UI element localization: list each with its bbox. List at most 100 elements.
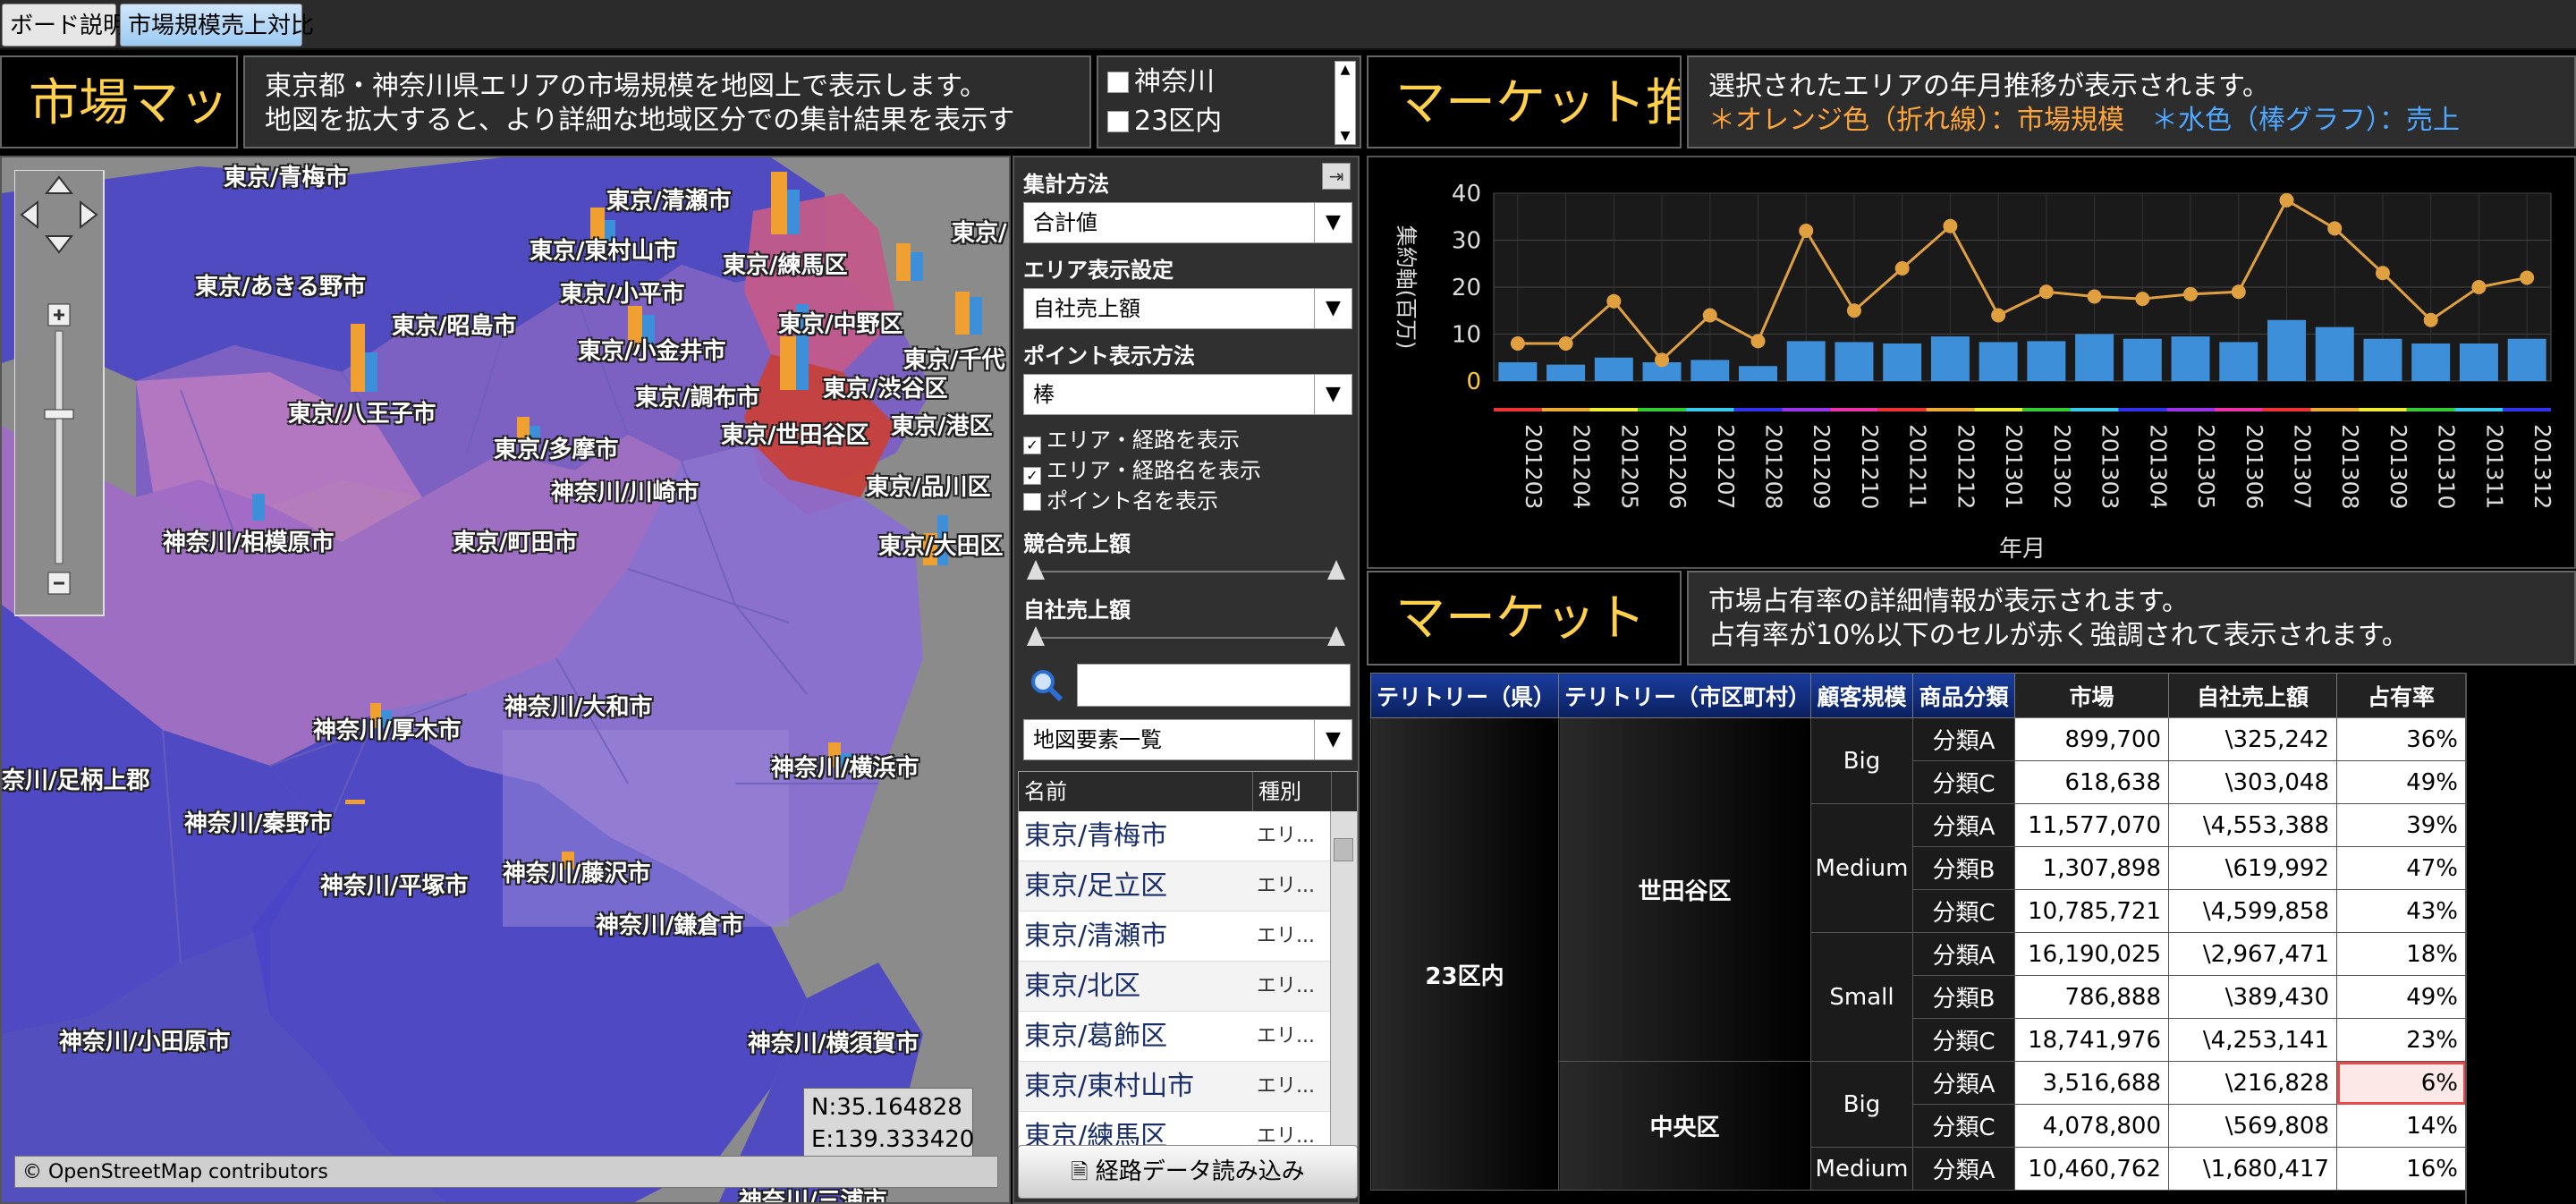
map-area-label[interactable]: 東京/昭島市 — [392, 308, 517, 341]
map-area-label[interactable]: 東京/品川区 — [866, 469, 991, 502]
table-header[interactable]: 商品分類 — [1912, 673, 2015, 718]
list-item[interactable]: 東京/北区 エリ... — [1019, 962, 1332, 1012]
chart-point[interactable] — [2135, 292, 2150, 307]
chart-bar[interactable] — [1498, 362, 1538, 381]
chart-point[interactable] — [1894, 261, 1910, 276]
scroll-up-icon[interactable]: ▲ — [1335, 62, 1355, 78]
panel-export-icon[interactable]: ⇥ — [1322, 163, 1351, 190]
chart-point[interactable] — [2231, 284, 2246, 300]
chart-bar[interactable] — [1690, 360, 1730, 381]
table-header[interactable]: 占有率 — [2336, 673, 2466, 718]
aggregation-select[interactable]: 合計値 ▼ — [1023, 202, 1352, 243]
check-show-area-route-name[interactable]: ✓ エリア・経路名を表示 — [1023, 453, 1261, 485]
chart-bar[interactable] — [2219, 342, 2258, 381]
checkbox[interactable] — [1023, 493, 1041, 511]
list-header-kind[interactable]: 種別 — [1253, 772, 1332, 811]
map-area-label[interactable]: 東京/練馬区 — [723, 247, 848, 280]
slider-max-thumb[interactable] — [1327, 560, 1345, 580]
chart-point[interactable] — [2087, 289, 2102, 304]
map-elements-list[interactable]: 名前 種別 東京/青梅市 エリ... 東京/足立区 エリ... 東京/清瀬市 エリ... 東… — [1018, 771, 1358, 1147]
table-header[interactable]: 自社売上額 — [2168, 673, 2337, 718]
chevron-down-icon[interactable]: ▼ — [1314, 375, 1352, 414]
chart-bar[interactable] — [2315, 326, 2354, 381]
map-area-label[interactable]: 神奈川/川崎市 — [551, 474, 699, 507]
checkbox[interactable] — [1107, 111, 1129, 132]
check-show-point-name[interactable]: ポイント名を表示 — [1023, 483, 1218, 514]
chart-bar[interactable] — [1594, 357, 1633, 381]
chart-point[interactable] — [2279, 192, 2294, 208]
map-view[interactable]: 東京/青梅市 東京/清瀬市 東京/東村山市 東京/練馬区 東京/あきる野市 東京/小平市東… — [0, 156, 1011, 1204]
competitor-sales-slider[interactable] — [1027, 560, 1345, 592]
map-area-label[interactable]: 東京/ — [952, 215, 1007, 248]
list-header-name[interactable]: 名前 — [1019, 772, 1253, 811]
map-area-label[interactable]: 東京/多摩市 — [494, 431, 619, 464]
map-area-label[interactable]: 神奈川/大和市 — [504, 689, 653, 722]
map-area-label[interactable]: 東京/港区 — [891, 408, 993, 441]
chart-bar[interactable] — [2459, 343, 2498, 381]
chevron-down-icon[interactable]: ▼ — [1314, 203, 1352, 242]
slider-max-thumb[interactable] — [1327, 626, 1345, 646]
map-area-label[interactable]: 神奈川/横浜市 — [771, 750, 919, 783]
chart-point[interactable] — [2375, 266, 2390, 281]
map-area-label[interactable]: 神奈川/厚木市 — [313, 712, 462, 745]
chart-point[interactable] — [1799, 224, 1814, 238]
map-area-label[interactable]: 東京/小平市 — [560, 276, 685, 309]
chart-bar[interactable] — [2123, 338, 2162, 381]
chart-point[interactable] — [2520, 270, 2535, 285]
checkbox-checked[interactable]: ✓ — [1023, 467, 1041, 485]
list-item[interactable]: 東京/東村山市 エリ... — [1019, 1062, 1332, 1112]
map-area-label[interactable]: 東京/小金井市 — [578, 333, 726, 366]
chart-point[interactable] — [2183, 286, 2199, 301]
list-item[interactable]: 東京/練馬区 エリ... — [1019, 1112, 1332, 1146]
chart-bar[interactable] — [2027, 341, 2066, 381]
chart-point[interactable] — [2327, 221, 2343, 236]
table-header[interactable]: テリトリー（県） — [1370, 673, 1559, 718]
table-header[interactable]: 顧客規模 — [1810, 673, 1913, 718]
chart-bar[interactable] — [1739, 366, 1777, 381]
tab-board-description[interactable]: ボード説明 — [2, 4, 126, 47]
map-area-label[interactable]: 東京/清瀬市 — [606, 182, 732, 216]
tab-market-vs-sales[interactable]: 市場規模売上対比 — [120, 4, 314, 47]
map-area-label[interactable]: 奈川/足柄上郡 — [2, 762, 150, 795]
map-area-label[interactable]: 神奈川/藤沢市 — [503, 855, 651, 888]
chart-point[interactable] — [1655, 352, 1670, 368]
check-show-area-route[interactable]: ✓ エリア・経路を表示 — [1023, 422, 1240, 454]
chart-bar[interactable] — [1786, 341, 1826, 381]
chart-point[interactable] — [1750, 334, 1766, 349]
map-area-label[interactable]: 東京/大田区 — [878, 528, 1004, 561]
map-area-label[interactable]: 神奈川/鎌倉市 — [596, 907, 744, 940]
own-sales-slider[interactable] — [1027, 626, 1345, 658]
map-area-label[interactable]: 神奈川/平塚市 — [320, 868, 469, 901]
zoom-slider-thumb[interactable] — [44, 409, 74, 420]
chart-bar[interactable] — [1930, 336, 1970, 381]
table-scroll-area[interactable] — [2465, 673, 2572, 1204]
checkbox-checked[interactable]: ✓ — [1023, 437, 1041, 454]
checkbox[interactable] — [1107, 72, 1129, 93]
chart-bar[interactable] — [1979, 342, 2018, 381]
point-display-select[interactable]: 棒 ▼ — [1023, 374, 1352, 415]
map-area-label[interactable]: 東京/中野区 — [778, 306, 903, 339]
area-display-select[interactable]: 自社売上額 ▼ — [1023, 288, 1352, 329]
chart-bar[interactable] — [2075, 334, 2114, 382]
map-elements-select[interactable]: 地図要素一覧 ▼ — [1023, 719, 1352, 760]
chart-bar[interactable] — [2507, 338, 2546, 381]
chart-point[interactable] — [1846, 303, 1861, 318]
map-area-label[interactable]: 東京/渋谷区 — [823, 370, 948, 403]
chart-bar[interactable] — [2171, 336, 2210, 381]
chart-bar[interactable] — [2411, 343, 2451, 381]
chart-point[interactable] — [1510, 336, 1525, 351]
slider-min-thumb[interactable] — [1027, 560, 1045, 580]
chevron-down-icon[interactable]: ▼ — [1314, 720, 1352, 759]
area-option-kanagawa[interactable]: 神奈川 — [1107, 64, 1215, 100]
chevron-down-icon[interactable]: ▼ — [1314, 289, 1352, 328]
load-route-data-button[interactable]: 🗎 経路データ読み込み — [1018, 1145, 1358, 1199]
table-header[interactable]: 市場 — [2014, 673, 2169, 718]
map-area-label[interactable]: 東京/青梅市 — [224, 159, 349, 192]
list-scrollbar[interactable] — [1330, 811, 1357, 1146]
slider-min-thumb[interactable] — [1027, 626, 1045, 646]
area-option-23ku[interactable]: 23区内 — [1107, 104, 1222, 140]
map-area-label[interactable]: 神奈川/小田原市 — [59, 1023, 231, 1056]
chart-bar[interactable] — [1883, 343, 1922, 381]
chart-point[interactable] — [1943, 218, 1958, 233]
map-area-label[interactable]: 神奈川/横須賀市 — [748, 1025, 919, 1058]
